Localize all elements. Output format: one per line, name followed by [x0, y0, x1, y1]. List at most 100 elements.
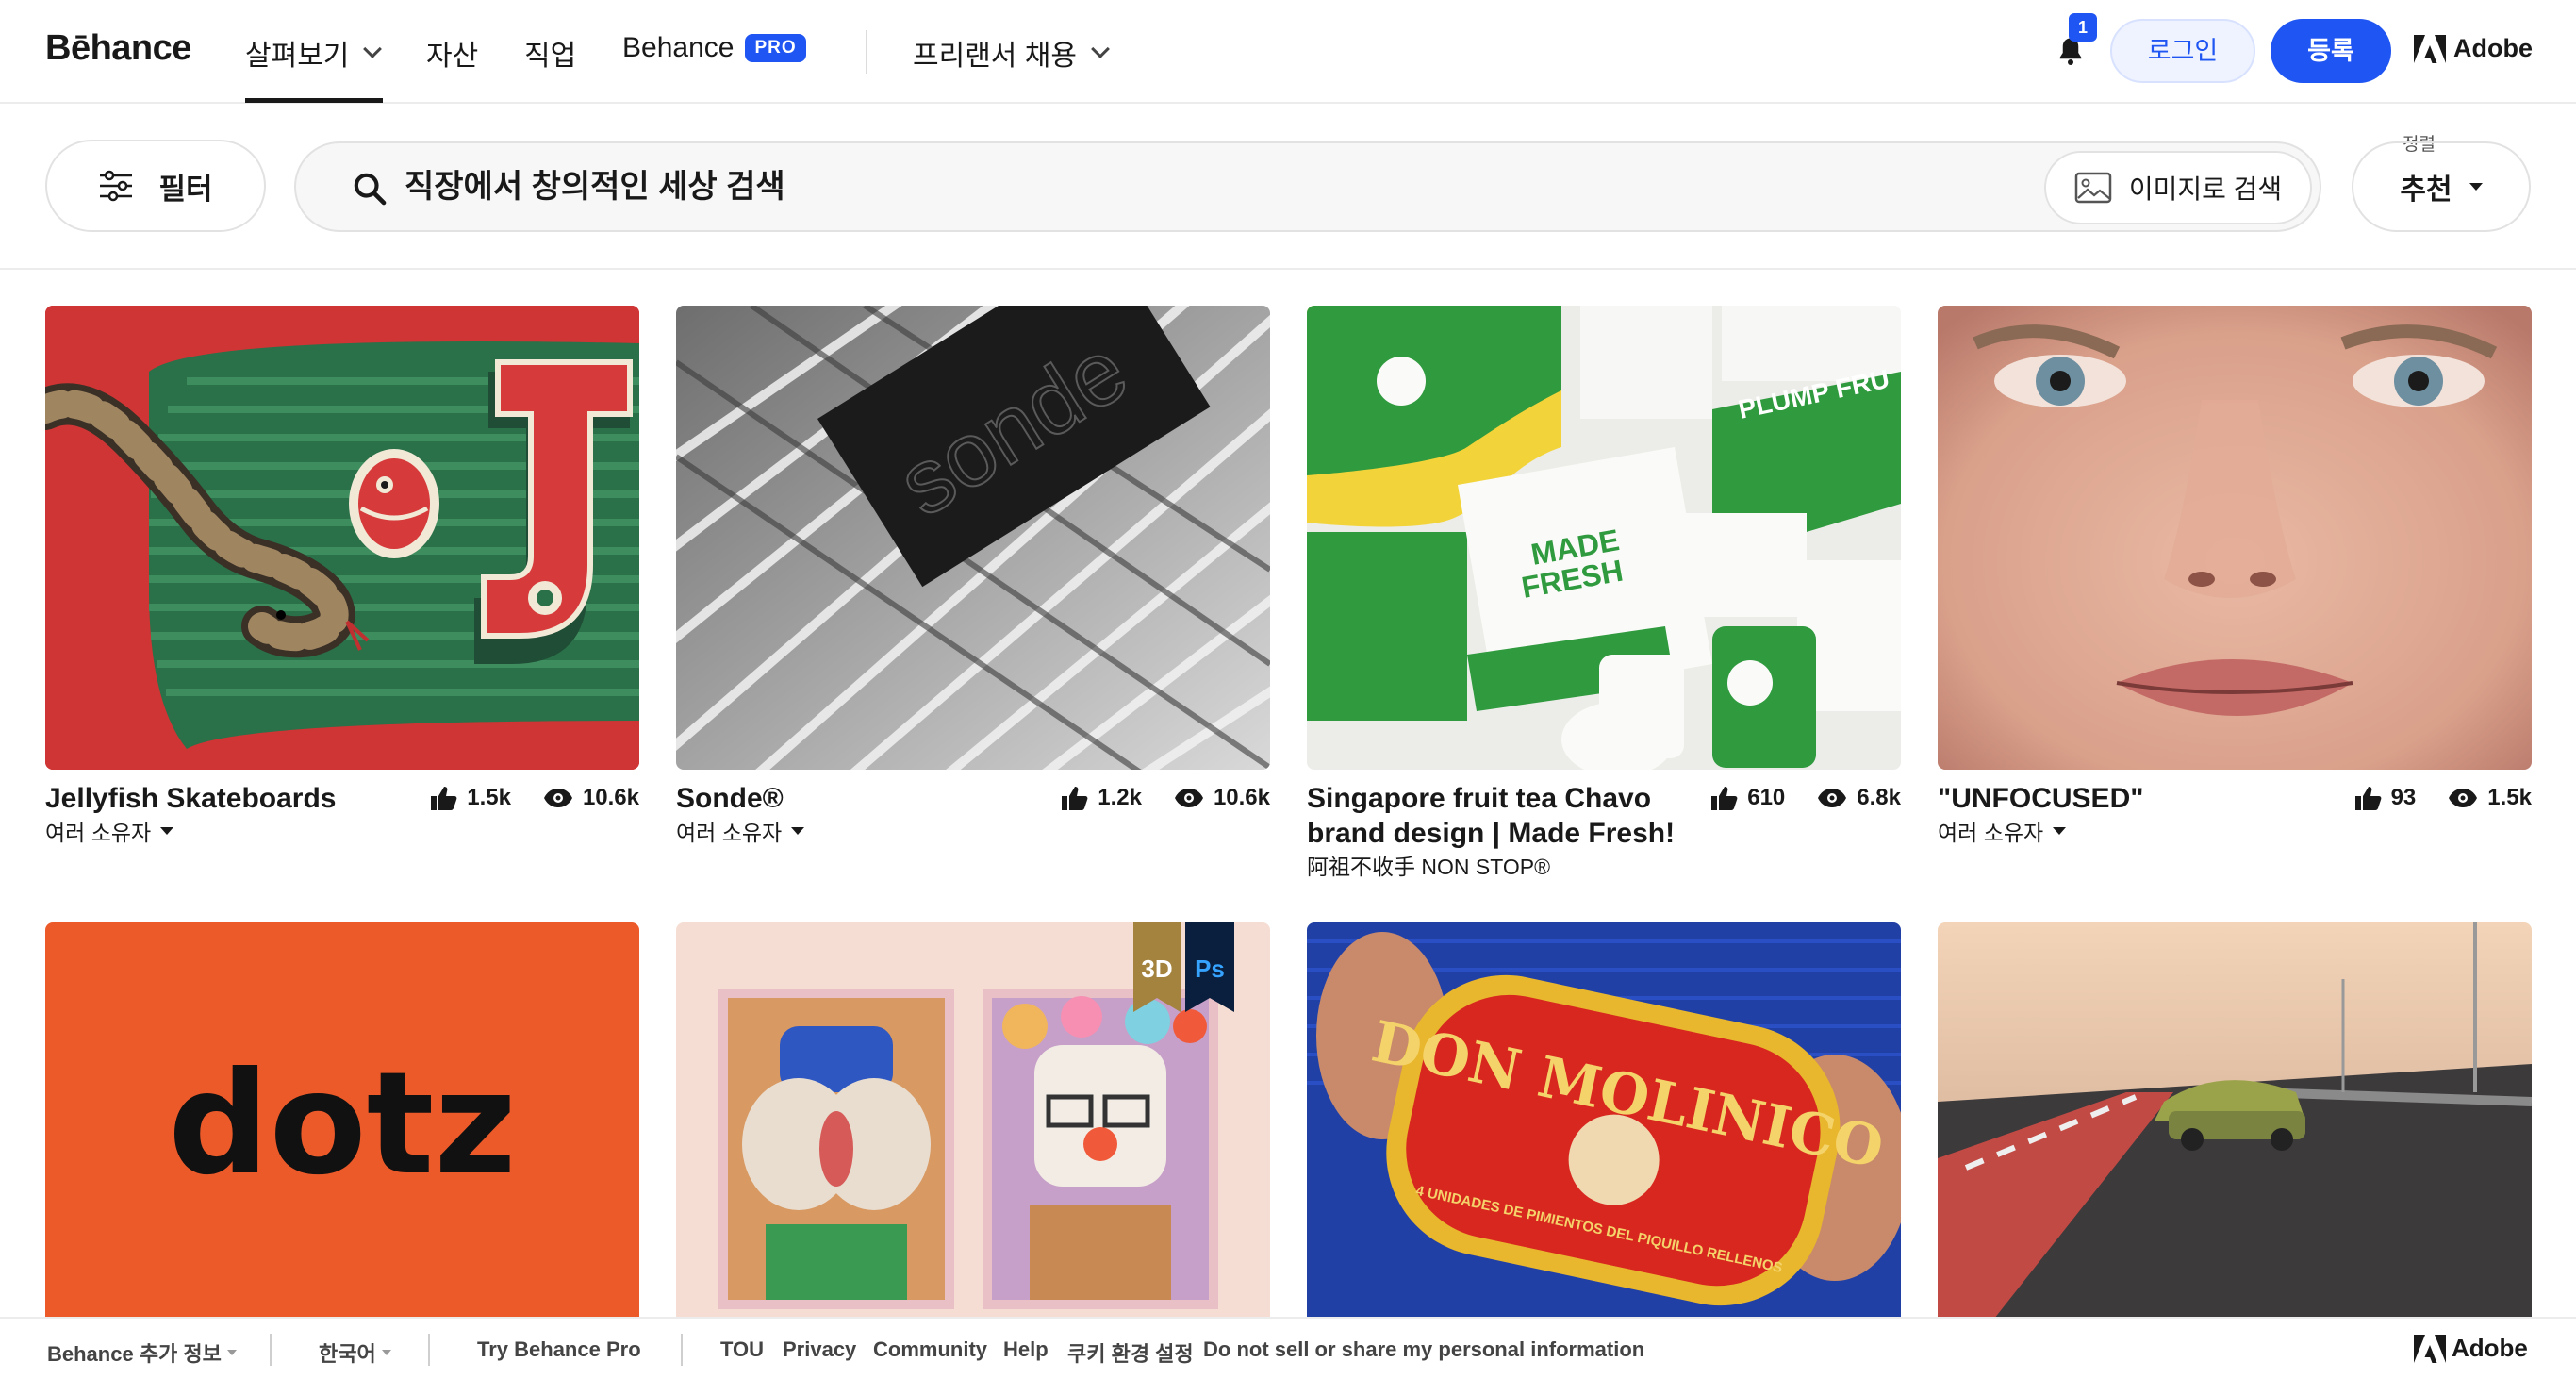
footer-divider [270, 1334, 272, 1366]
project-stats: 1.5k 10.6k [408, 785, 639, 811]
project-thumbnail[interactable] [1938, 922, 2532, 1319]
footer-tou-label: TOU [720, 1337, 765, 1361]
footer-language[interactable]: 한국어 [319, 1337, 391, 1368]
project-stats: 93 1.5k [2333, 785, 2532, 811]
nav-hire-label: 프리랜서 채용 [913, 41, 1077, 72]
footer-bar: Behance 추가 정보 한국어 Try Behance Pro TOU Pr… [0, 1317, 2576, 1379]
like-count: 610 [1747, 785, 1786, 810]
adobe-logo-icon [2414, 34, 2446, 63]
project-title[interactable]: Singapore fruit tea Chavo brand design |… [1307, 781, 1693, 851]
project-thumbnail[interactable]: MADE FRESH PLUMP FRU [1307, 306, 1901, 770]
project-thumbnail[interactable]: sonde [676, 306, 1270, 770]
like-stat: 1.2k [1060, 785, 1142, 811]
chevron-down-icon [363, 40, 383, 58]
project-stats: 610 6.8k [1689, 785, 1901, 811]
nav-divider [866, 30, 867, 74]
nav-behance-pro[interactable]: Behance PRO [622, 32, 806, 64]
like-count: 93 [2390, 785, 2417, 810]
adobe-link[interactable]: Adobe [2414, 34, 2533, 63]
filter-label: 필터 [158, 172, 213, 206]
project-thumbnail[interactable] [45, 306, 639, 770]
nav-jobs[interactable]: 직업 [524, 32, 576, 74]
view-stat: 10.6k [1174, 785, 1270, 811]
thumbs-up-icon [431, 787, 457, 810]
footer-cookie-settings[interactable]: 쿠키 환경 설정 [1067, 1337, 1194, 1368]
race-car-image [1938, 922, 2532, 1319]
footer-do-not-sell[interactable]: Do not sell or share my personal informa… [1203, 1337, 1644, 1362]
image-icon [2074, 172, 2112, 204]
view-stat: 10.6k [543, 785, 639, 811]
project-thumbnail[interactable]: 3D Ps [676, 922, 1270, 1319]
footer-privacy[interactable]: Privacy [783, 1337, 856, 1362]
eye-icon [2449, 789, 2478, 807]
dotz-wordmark: dotz [168, 1042, 516, 1206]
footer-community[interactable]: Community [873, 1337, 987, 1362]
chevron-down-icon [1091, 40, 1110, 58]
footer-help[interactable]: Help [1003, 1337, 1049, 1362]
project-owner[interactable]: 여러 소유자 [45, 815, 174, 847]
like-stat: 93 [2353, 785, 2417, 811]
owner-label: 여러 소유자 [45, 821, 152, 845]
like-count: 1.5k [467, 785, 511, 810]
sardine-can-packaging-image: DON MOLINICO 4 UNIDADES DE PIMIENTOS DEL… [1307, 922, 1901, 1319]
nav-explore[interactable]: 살펴보기 [245, 32, 383, 74]
image-search-label: 이미지로 검색 [2128, 174, 2283, 204]
project-owner[interactable]: 여러 소유자 [676, 815, 805, 847]
footer-do-not-sell-label: Do not sell or share my personal informa… [1203, 1337, 1645, 1361]
footer-try-pro[interactable]: Try Behance Pro [477, 1337, 641, 1362]
view-stat: 6.8k [1817, 785, 1901, 811]
footer-try-pro-label: Try Behance Pro [477, 1337, 641, 1361]
footer-adobe-link[interactable]: Adobe [2414, 1334, 2528, 1363]
nav-assets-label: 자산 [426, 41, 479, 72]
notification-count-badge: 1 [2069, 13, 2097, 42]
adobe-label: Adobe [2453, 34, 2533, 62]
footer-help-label: Help [1003, 1337, 1049, 1361]
like-count: 1.2k [1098, 785, 1142, 810]
footer-tou[interactable]: TOU [720, 1337, 764, 1362]
pro-badge: PRO [745, 34, 806, 62]
nav-hire-freelancers[interactable]: 프리랜서 채용 [913, 32, 1110, 74]
footer-cookie-label: 쿠키 환경 설정 [1067, 1342, 1194, 1366]
project-title[interactable]: "UNFOCUSED" [1938, 781, 2324, 816]
caret-down-icon [2053, 827, 2067, 835]
caret-down-icon [2469, 183, 2483, 191]
eye-icon [1818, 789, 1847, 807]
skateboard-artwork-image [45, 306, 639, 770]
eye-icon [1174, 789, 1203, 807]
login-button[interactable]: 로그인 [2110, 19, 2255, 83]
like-stat: 610 [1709, 785, 1785, 811]
caret-down-icon [160, 827, 174, 835]
footer-adobe-label: Adobe [2452, 1334, 2528, 1362]
signup-button[interactable]: 등록 [2271, 19, 2391, 83]
project-owner[interactable]: 阿祖不收手 NON STOP® [1307, 849, 1550, 881]
project-thumbnail[interactable]: dotz [45, 922, 639, 1319]
footer-privacy-label: Privacy [783, 1337, 857, 1361]
caret-down-icon [381, 1350, 391, 1355]
dotz-logo-image: dotz [45, 922, 639, 1319]
project-thumbnail[interactable]: DON MOLINICO 4 UNIDADES DE PIMIENTOS DEL… [1307, 922, 1901, 1319]
filter-button[interactable]: 필터 [45, 140, 266, 232]
sliders-icon [100, 170, 133, 202]
view-count: 10.6k [1213, 785, 1270, 810]
thumbs-up-icon [2354, 787, 2381, 810]
project-thumbnail[interactable] [1938, 306, 2532, 770]
project-owner[interactable]: 여러 소유자 [1938, 815, 2067, 847]
project-title[interactable]: Sonde® [676, 781, 1063, 816]
search-input[interactable] [405, 158, 2007, 215]
owner-label: 여러 소유자 [1938, 821, 2044, 845]
like-stat: 1.5k [429, 785, 511, 811]
sort-dropdown[interactable]: 추천 [2352, 141, 2531, 232]
top-navigation: Bēhance 살펴보기 자산 직업 Behance PRO 프리랜서 채용 1… [0, 0, 2576, 104]
footer-more-behance[interactable]: Behance 추가 정보 [47, 1337, 237, 1368]
image-search-button[interactable]: 이미지로 검색 [2044, 151, 2312, 224]
footer-language-label: 한국어 [319, 1342, 376, 1366]
project-title[interactable]: Jellyfish Skateboards [45, 781, 432, 816]
view-count: 6.8k [1857, 785, 1901, 810]
search-bar: 이미지로 검색 [294, 141, 2321, 232]
behance-logo[interactable]: Bēhance [45, 28, 191, 69]
section-divider [0, 268, 2576, 270]
view-count: 1.5k [2487, 785, 2532, 810]
photoshop-badge: Ps [1195, 955, 1225, 983]
nav-assets[interactable]: 자산 [426, 32, 478, 74]
3d-badge: 3D [1141, 955, 1172, 983]
